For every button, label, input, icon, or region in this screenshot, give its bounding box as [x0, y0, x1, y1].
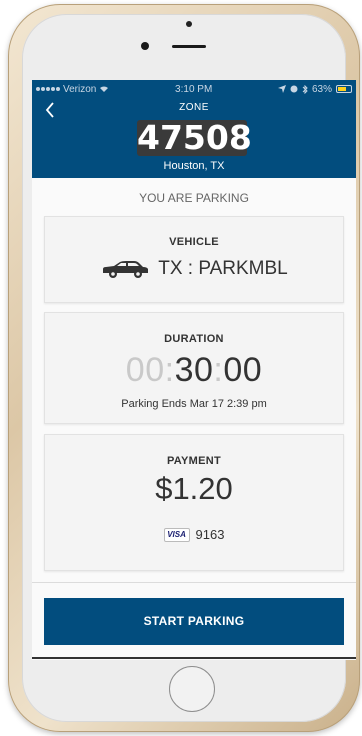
battery-percent: 63% [311, 83, 332, 95]
duration-minutes: 30 [174, 351, 214, 389]
status-bar: Verizon 3:10 PM 63% [32, 80, 356, 98]
battery-fill [338, 87, 346, 91]
vehicle-plate: TX : PARKMBL [158, 258, 288, 279]
zone-label: ZONE [179, 102, 209, 113]
status-right: 63% [277, 83, 352, 95]
status-time: 3:10 PM [175, 83, 213, 95]
card-last4: 9163 [195, 527, 225, 542]
duration-card[interactable]: DURATION 00:30:00 Parking Ends Mar 17 2:… [44, 312, 344, 424]
bottom-divider [32, 657, 356, 659]
vehicle-title: VEHICLE [169, 236, 219, 248]
divider [32, 582, 356, 583]
parking-summary: YOU ARE PARKING VEHICLE TX : PARKMBL DUR… [32, 178, 356, 660]
payment-amount: $1.20 [155, 471, 233, 506]
speaker-grille [172, 45, 206, 48]
duration-separator: : [164, 351, 175, 389]
battery-icon [336, 85, 352, 93]
parking-heading: YOU ARE PARKING [139, 191, 249, 205]
payment-method: VISA 9163 [45, 527, 343, 542]
duration-separator: : [213, 351, 224, 389]
home-button[interactable] [169, 666, 215, 712]
start-parking-button[interactable]: START PARKING [44, 598, 344, 645]
wifi-icon [100, 86, 109, 92]
car-icon [103, 261, 149, 278]
duration-time: 00:30:00 [45, 351, 343, 390]
front-camera-icon [141, 42, 149, 50]
status-left: Verizon [36, 84, 109, 95]
location-icon [277, 85, 286, 93]
duration-title: DURATION [164, 333, 224, 345]
bluetooth-icon [302, 84, 308, 94]
payment-card[interactable]: PAYMENT $1.20 VISA 9163 [44, 434, 344, 571]
zone-header: ZONE 47508 Houston, TX [32, 98, 356, 178]
parking-ends-text: Parking Ends Mar 17 2:39 pm [121, 398, 267, 410]
duration-seconds: 00 [223, 351, 263, 389]
carrier-label: Verizon [63, 83, 97, 95]
app-screen: Verizon 3:10 PM 63% ZONE 47508 Houston, … [32, 80, 356, 660]
camera-icon [186, 21, 192, 27]
visa-icon: VISA [163, 527, 190, 542]
zone-number: 47508 [137, 118, 252, 157]
zone-city: Houston, TX [163, 160, 225, 172]
payment-title: PAYMENT [166, 455, 222, 467]
alarm-icon [290, 85, 298, 93]
vehicle-row: TX : PARKMBL [45, 258, 343, 280]
vehicle-card[interactable]: VEHICLE TX : PARKMBL [44, 216, 344, 303]
signal-icon [36, 87, 60, 91]
duration-hours: 00 [125, 351, 165, 389]
